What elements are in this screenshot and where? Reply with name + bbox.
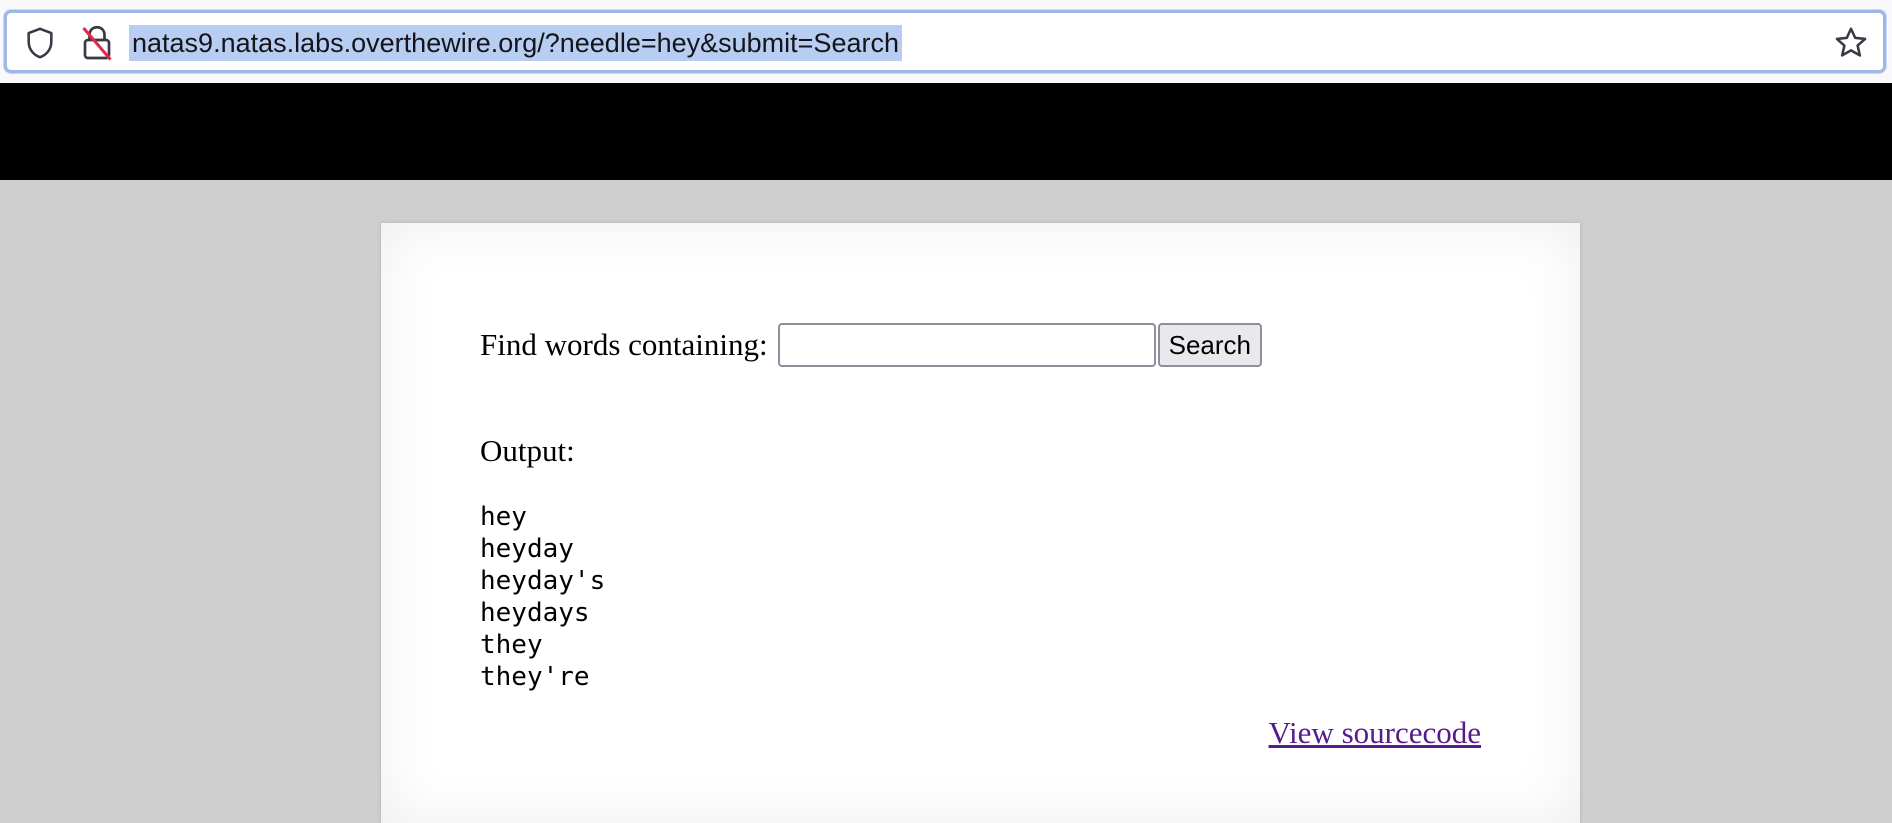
url-text[interactable]: natas9.natas.labs.overthewire.org/?needl… — [129, 25, 902, 61]
output-item: hey — [480, 502, 527, 532]
shield-icon[interactable] — [23, 25, 57, 61]
output-item: they — [480, 630, 543, 660]
output-label: Output: — [480, 433, 575, 468]
content-panel: Find words containing: Search Output: he… — [381, 223, 1580, 823]
site-header — [0, 83, 1892, 180]
output-item: heyday — [480, 534, 574, 564]
search-label: Find words containing: — [480, 327, 768, 362]
output-item: heyday's — [480, 566, 606, 596]
output-item: they're — [480, 662, 590, 692]
insecure-lock-icon[interactable] — [79, 23, 115, 63]
output-list: hey heyday heyday's heydays they they're — [480, 501, 605, 693]
star-icon[interactable] — [1833, 25, 1869, 61]
search-form: Find words containing: Search — [480, 323, 1262, 367]
search-button[interactable]: Search — [1157, 323, 1262, 367]
view-sourcecode-link[interactable]: View sourcecode — [1269, 715, 1481, 751]
needle-input[interactable] — [777, 323, 1156, 367]
address-bar[interactable]: natas9.natas.labs.overthewire.org/?needl… — [4, 10, 1886, 73]
output-item: heydays — [480, 598, 590, 628]
browser-toolbar: natas9.natas.labs.overthewire.org/?needl… — [0, 0, 1892, 83]
